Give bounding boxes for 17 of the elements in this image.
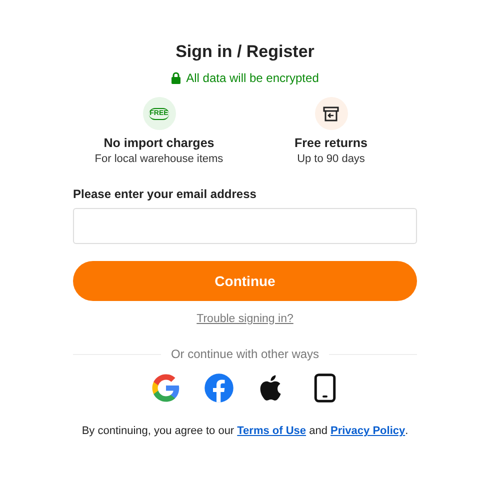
feature-subtitle: Up to 90 days [297, 153, 365, 165]
divider-text: Or continue with other ways [170, 347, 320, 361]
lock-icon [171, 72, 182, 84]
return-box-icon [323, 106, 339, 122]
consent-text: By continuing, you agree to our Terms of Use and Privacy Policy. [80, 425, 410, 437]
field-label: Please enter your email address [73, 187, 258, 201]
terms-link[interactable]: Terms of Use [237, 425, 306, 437]
facebook-icon[interactable] [204, 373, 234, 403]
feature-title: Free returns [294, 136, 368, 150]
email-field[interactable] [73, 208, 417, 244]
trouble-link[interactable]: Trouble signing in? [196, 313, 294, 325]
feature-title: No import charges [104, 136, 214, 150]
feature-subtitle: For local warehouse items [94, 153, 224, 165]
google-icon[interactable] [150, 373, 180, 403]
privacy-link[interactable]: Privacy Policy [330, 425, 406, 437]
security-note: All data will be encrypted [186, 71, 319, 85]
page-title: Sign in / Register [174, 42, 316, 62]
